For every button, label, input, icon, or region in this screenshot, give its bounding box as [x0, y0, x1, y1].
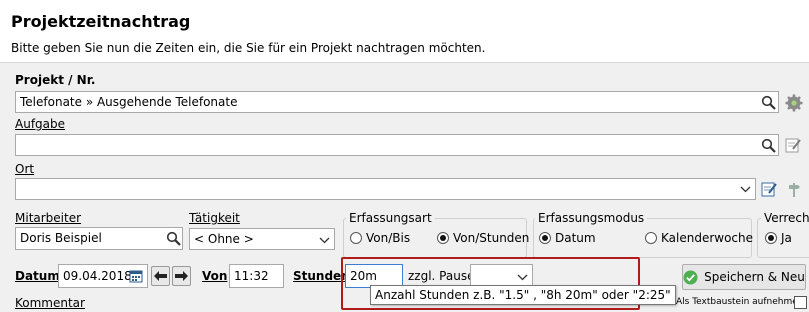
stunden-tooltip: Anzahl Stunden z.B. "1.5" , "8h 20m" ode… [370, 285, 676, 305]
save-button-label: Speichern & Neu [704, 270, 805, 284]
radio-von-stunden[interactable]: Von/Stunden [437, 231, 529, 245]
edit-note-icon[interactable] [759, 179, 780, 200]
radio-button[interactable] [645, 232, 657, 244]
search-icon[interactable] [758, 92, 779, 113]
taetigkeit-dropdown[interactable]: < Ohne > [189, 228, 335, 250]
aufgabe-label: Aufgabe [15, 117, 66, 131]
check-icon [683, 270, 698, 284]
page-subtitle: Bitte geben Sie nun die Zeiten ein, die … [11, 41, 486, 55]
aufgabe-field[interactable] [15, 134, 779, 156]
dialog-header: Projektzeitnachtrag Bitte geben Sie nun … [0, 0, 809, 63]
projekt-field[interactable]: Telefonate » Ausgehende Telefonate [15, 91, 779, 113]
radio-ja[interactable]: Ja [765, 231, 792, 245]
edit-note-icon[interactable] [783, 135, 804, 156]
next-day-button[interactable] [172, 266, 191, 286]
projekt-label: Projekt / Nr. [15, 73, 96, 87]
radio-label: Kalenderwoche [661, 231, 754, 245]
pause-label: zzgl. Pause [408, 269, 475, 283]
radio-label: Von/Bis [366, 231, 411, 245]
page-title: Projektzeitnachtrag [11, 12, 191, 31]
stunden-value: 20m [350, 269, 377, 283]
radio-button-selected[interactable] [539, 232, 551, 244]
erfassungsmodus-label: Erfassungsmodus [535, 211, 648, 225]
taetigkeit-value: < Ohne > [194, 232, 254, 246]
von-label: Von [202, 269, 228, 283]
taetigkeit-label: Tätigkeit [189, 211, 240, 225]
chevron-down-icon[interactable] [517, 271, 528, 285]
gear-icon[interactable] [783, 92, 804, 113]
search-icon[interactable] [163, 228, 184, 249]
datum-value: 09.04.2018 [63, 269, 132, 283]
mitarbeiter-field[interactable]: Doris Beispiel [15, 227, 183, 250]
textbaustein-label: Als Textbaustein aufnehmen [676, 297, 804, 307]
radio-button[interactable] [350, 232, 362, 244]
datum-label: Datum [15, 269, 60, 283]
calendar-icon[interactable] [129, 269, 143, 286]
mitarbeiter-value: Doris Beispiel [20, 231, 102, 245]
search-icon[interactable] [758, 135, 779, 156]
prev-day-button[interactable] [151, 266, 170, 286]
textbaustein-checkbox[interactable] [794, 296, 807, 309]
erfassungsart-label: Erfassungsart [346, 211, 435, 225]
kommentar-label: Kommentar [15, 296, 85, 310]
radio-button-selected[interactable] [437, 232, 449, 244]
arrow-left-icon [154, 271, 167, 281]
chevron-down-icon[interactable] [319, 234, 330, 248]
radio-von-bis[interactable]: Von/Bis [350, 231, 410, 245]
arrow-right-icon [175, 271, 188, 281]
signpost-icon[interactable] [783, 179, 804, 200]
projekt-value: Telefonate » Ausgehende Telefonate [20, 95, 238, 109]
radio-label: Datum [555, 231, 596, 245]
ort-dropdown[interactable] [15, 178, 756, 200]
save-new-button[interactable]: Speichern & Neu [682, 264, 806, 290]
verrechnen-label: Verreche [761, 211, 809, 225]
chevron-down-icon[interactable] [740, 183, 751, 197]
von-value: 11:32 [234, 269, 269, 283]
radio-kalenderwoche[interactable]: Kalenderwoche [645, 231, 753, 245]
mitarbeiter-label: Mitarbeiter [15, 211, 82, 225]
radio-label: Ja [781, 231, 792, 245]
radio-datum[interactable]: Datum [539, 231, 596, 245]
von-field[interactable]: 11:32 [229, 264, 284, 288]
radio-button-selected[interactable] [765, 232, 777, 244]
ort-label: Ort [15, 162, 35, 176]
radio-label: Von/Stunden [453, 231, 530, 245]
